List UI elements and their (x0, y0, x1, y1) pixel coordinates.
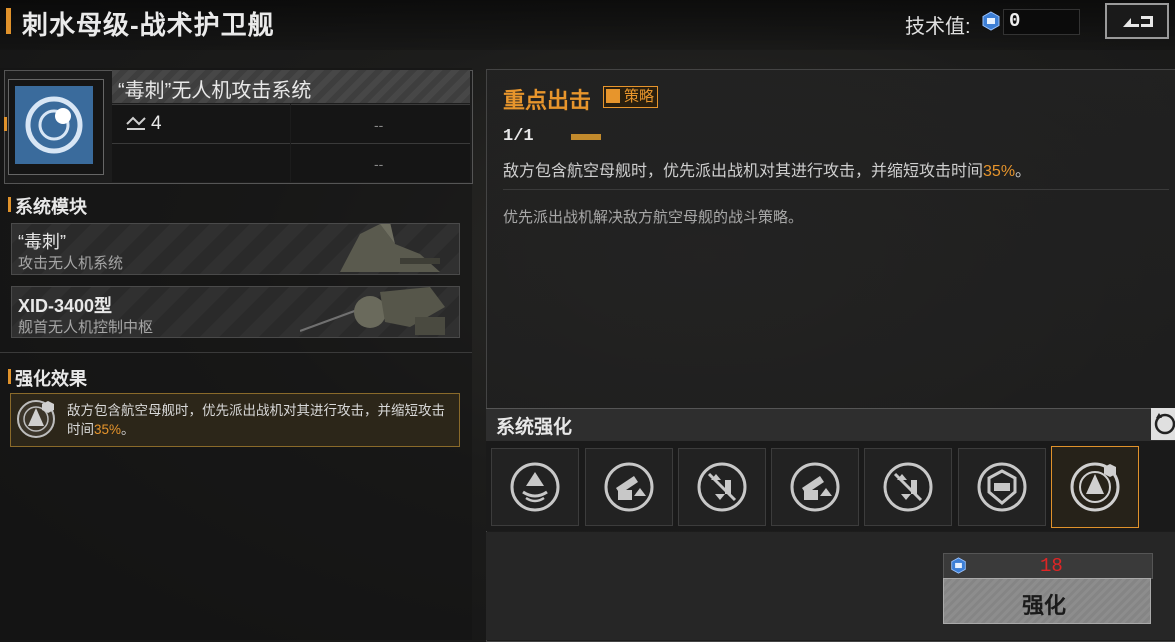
turret-up-icon (604, 462, 654, 512)
effect-description: 敌方包含航空母舰时，优先派出战机对其进行攻击，并缩短攻击时间35%。 (67, 403, 445, 437)
tech-value-label: 技术值: (905, 16, 971, 38)
module-title: “毒刺” (18, 232, 66, 252)
strategy-progress-bar (571, 134, 601, 140)
target-drone-icon (1070, 462, 1120, 512)
page-title: 刺水母级-战术护卫舰 (22, 10, 275, 40)
refresh-icon (1154, 413, 1175, 435)
shield-badge-icon (977, 462, 1027, 512)
skill-slot[interactable] (585, 448, 673, 526)
skill-slot[interactable] (771, 448, 859, 526)
weapon-thumb-marker (4, 117, 7, 131)
module-subtitle: 舰首无人机控制中枢 (18, 319, 154, 336)
weapon-stat-value: -- (374, 117, 384, 133)
cancel-swap-icon (883, 462, 933, 512)
strategy-flavor-text: 优先派出战机解决敌方航空母舰的战斗策略。 (503, 209, 804, 226)
upgrade-cost: 18 (1040, 555, 1063, 577)
tech-point-icon (982, 11, 1000, 31)
modules-heading: 系统模块 (15, 197, 87, 217)
strategy-description: 敌方包含航空母舰时，优先派出战机对其进行攻击，并缩短攻击时间35%。 (503, 163, 1032, 180)
tech-value: 0 (1009, 10, 1021, 32)
back-arrow-icon (1123, 16, 1153, 27)
skill-slot-selected[interactable] (1051, 446, 1139, 528)
weapon-name: “毒刺”无人机攻击系统 (118, 80, 312, 102)
skill-slot[interactable] (491, 448, 579, 526)
weapon-level: 4 (151, 113, 162, 134)
title-accent (6, 8, 11, 34)
weapon-thumb[interactable] (15, 86, 93, 164)
level-icon (126, 116, 146, 130)
effect-heading: 强化效果 (15, 369, 87, 389)
skill-slot[interactable] (864, 448, 952, 526)
skill-slot[interactable] (958, 448, 1046, 526)
target-drone-icon (17, 400, 55, 438)
cancel-swap-icon (697, 462, 747, 512)
section-accent (8, 197, 11, 212)
upgrade-button-label: 强化 (1022, 593, 1067, 618)
weapon-stat-value: -- (374, 156, 384, 172)
divider (503, 189, 1169, 190)
strategy-title: 重点出击 (503, 88, 592, 113)
tech-point-icon (951, 557, 966, 574)
control-hub-illustration-icon (300, 287, 445, 335)
drone-illustration-icon (340, 224, 440, 272)
section-accent (8, 369, 11, 384)
module-title: XID-3400型 (18, 296, 113, 316)
turret-up-icon (790, 462, 840, 512)
drone-target-icon (25, 96, 83, 154)
refresh-button[interactable] (1151, 408, 1175, 440)
module-subtitle: 攻击无人机系统 (18, 255, 124, 272)
divider (0, 352, 472, 353)
skill-slot[interactable] (678, 448, 766, 526)
launch-wave-icon (510, 462, 560, 512)
strategy-progress: 1/1 (503, 127, 534, 146)
enhance-heading: 系统强化 (496, 417, 573, 438)
weapon-stat-cell (112, 143, 290, 182)
enhance-header (486, 408, 1175, 442)
strategy-tag-icon (606, 89, 620, 103)
back-button[interactable] (1105, 3, 1169, 39)
